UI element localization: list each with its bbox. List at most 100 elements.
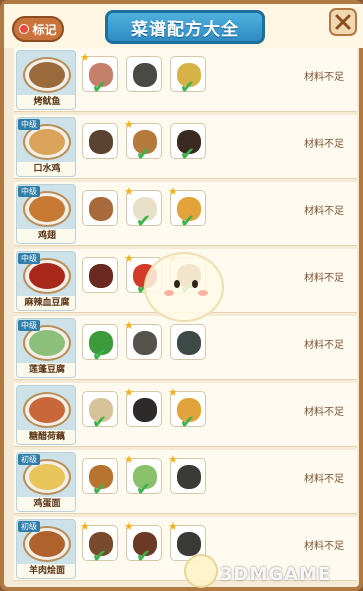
star-icon: ★ (80, 51, 90, 64)
dish-food-icon (29, 397, 65, 423)
tier-badge: 初级 (18, 454, 40, 465)
status-text: 材料不足 (304, 474, 344, 485)
status-text: 材料不足 (304, 407, 344, 418)
dish-name: 羊肉烩面 (17, 564, 75, 578)
mascot-eye (174, 280, 180, 288)
mascot-eye (192, 280, 198, 288)
dish-thumbnail[interactable]: 烤鱿鱼 (16, 50, 76, 110)
status-text: 材料不足 (304, 72, 344, 83)
dish-name: 烤鱿鱼 (17, 95, 75, 109)
ingredient-slot[interactable]: ✔ (82, 458, 118, 499)
checkmark-icon: ✔ (92, 345, 108, 366)
tier-badge: 中级 (18, 253, 40, 264)
ingredient-slot[interactable] (82, 123, 118, 159)
ingredient-slot[interactable]: ★✔ (124, 119, 162, 164)
starch-bag-icon (177, 331, 201, 355)
ingredient-slot[interactable]: ✔ (170, 123, 206, 164)
checkmark-icon: ✔ (136, 211, 152, 232)
blood-tofu-icon (89, 264, 113, 288)
watermark: 3DMGAME (184, 550, 363, 590)
recipe-row[interactable]: 烤鱿鱼 ★ ✔ ✔ 材料不足 (14, 48, 357, 112)
ingredient-slot[interactable]: ★ (124, 320, 162, 360)
ingredient-slot[interactable]: ★✔ (168, 387, 206, 432)
star-icon: ★ (124, 319, 134, 332)
dish-thumbnail[interactable]: 中级 鸡翅 (16, 184, 76, 244)
checkmark-icon: ✔ (180, 211, 196, 232)
tag-icon (19, 24, 30, 34)
tier-badge: 初级 (18, 521, 40, 532)
star-icon: ★ (124, 453, 134, 466)
ingredient-slot[interactable] (82, 257, 118, 293)
recipe-row[interactable]: 中级 口水鸡 ★ ✔ ✔ 材料不足 (14, 115, 357, 179)
ingredient-slot[interactable]: ★✔ (124, 454, 162, 499)
star-icon: ★ (168, 453, 178, 466)
tier-badge: 中级 (18, 186, 40, 197)
ingredient-slot[interactable]: ★✔ (168, 186, 206, 231)
close-icon (335, 14, 351, 30)
sichuan-pepper-icon (89, 130, 113, 154)
ingredient-slot[interactable]: ★ (124, 387, 162, 427)
star-icon: ★ (124, 386, 134, 399)
recipe-row[interactable]: 中级 莲蓬豆腐 ✔ ★ 材料不足 (14, 316, 357, 380)
panel-header: 标记 菜谱配方大全 (4, 4, 363, 48)
checkmark-icon: ✔ (136, 144, 152, 165)
star-icon: ★ (124, 185, 134, 198)
dish-name: 莲蓬豆腐 (17, 363, 75, 377)
ingredient-slot[interactable] (82, 190, 118, 226)
page-title: 菜谱配方大全 (105, 10, 265, 44)
ingredient-slot[interactable]: ★✔ (124, 186, 162, 231)
checkmark-icon: ✔ (136, 479, 152, 500)
dish-food-icon (29, 464, 65, 490)
star-icon: ★ (168, 185, 178, 198)
dish-food-icon (29, 196, 65, 222)
star-icon: ★ (80, 520, 90, 533)
dish-name: 麻辣血豆腐 (17, 296, 75, 310)
recipe-row[interactable]: 中级 鸡翅 ★ ✔ ★ ✔ 材料不足 (14, 182, 357, 246)
dish-thumbnail[interactable]: 糖醋荷藕 (16, 385, 76, 445)
star-icon: ★ (168, 520, 178, 533)
tag-button-label: 标记 (32, 22, 57, 37)
ingredient-slot[interactable] (170, 324, 206, 360)
dish-thumbnail[interactable]: 中级 口水鸡 (16, 117, 76, 177)
ingredient-slot[interactable]: ✔ (82, 324, 118, 365)
tier-badge: 中级 (18, 320, 40, 331)
watermark-mascot-icon (184, 554, 218, 588)
recipe-row[interactable]: 糖醋荷藕 ✔ ★ ★ ✔ 材料不足 (14, 383, 357, 447)
close-button[interactable] (329, 8, 357, 36)
checkmark-icon: ✔ (180, 144, 196, 165)
dish-food-icon (29, 62, 65, 88)
mascot-sprite (144, 252, 224, 322)
iron-pan-icon (133, 63, 157, 87)
checkmark-icon: ✔ (92, 77, 108, 98)
dish-name: 糖醋荷藕 (17, 430, 75, 444)
ingredient-slot[interactable]: ✔ (170, 56, 206, 97)
checkmark-icon: ✔ (92, 412, 108, 433)
mascot-cheek (164, 290, 174, 296)
star-icon: ★ (124, 252, 134, 265)
dish-name: 口水鸡 (17, 162, 75, 176)
checkmark-icon: ✔ (92, 479, 108, 500)
ingredient-slot[interactable]: ★✔ (80, 521, 118, 566)
vinegar-bottle-icon (133, 398, 157, 422)
dish-thumbnail[interactable]: 中级 麻辣血豆腐 (16, 251, 76, 311)
dish-thumbnail[interactable]: 初级 鸡蛋面 (16, 452, 76, 512)
checkmark-icon: ✔ (92, 546, 108, 567)
dish-thumbnail[interactable]: 中级 莲蓬豆腐 (16, 318, 76, 378)
mascot-cheek (198, 290, 208, 296)
star-icon: ★ (124, 118, 134, 131)
dish-food-icon (29, 531, 65, 557)
recipe-row[interactable]: 初级 鸡蛋面 ✔ ★ ✔ ★ 材料不足 (14, 450, 357, 514)
dish-thumbnail[interactable]: 初级 羊肉烩面 (16, 519, 76, 579)
ingredient-slot[interactable]: ★✔ (124, 521, 162, 566)
tofu-icon (133, 331, 157, 355)
tag-filter-button[interactable]: 标记 (12, 16, 64, 42)
dish-food-icon (29, 330, 65, 356)
dish-food-icon (29, 129, 65, 155)
checkmark-icon: ✔ (180, 412, 196, 433)
ingredient-slot[interactable]: ★✔ (80, 52, 118, 97)
ingredient-slot[interactable]: ★ (168, 454, 206, 494)
tier-badge: 中级 (18, 119, 40, 130)
ingredient-slot[interactable]: ✔ (82, 391, 118, 432)
ingredient-slot[interactable] (126, 56, 162, 92)
dish-food-icon (29, 263, 65, 289)
